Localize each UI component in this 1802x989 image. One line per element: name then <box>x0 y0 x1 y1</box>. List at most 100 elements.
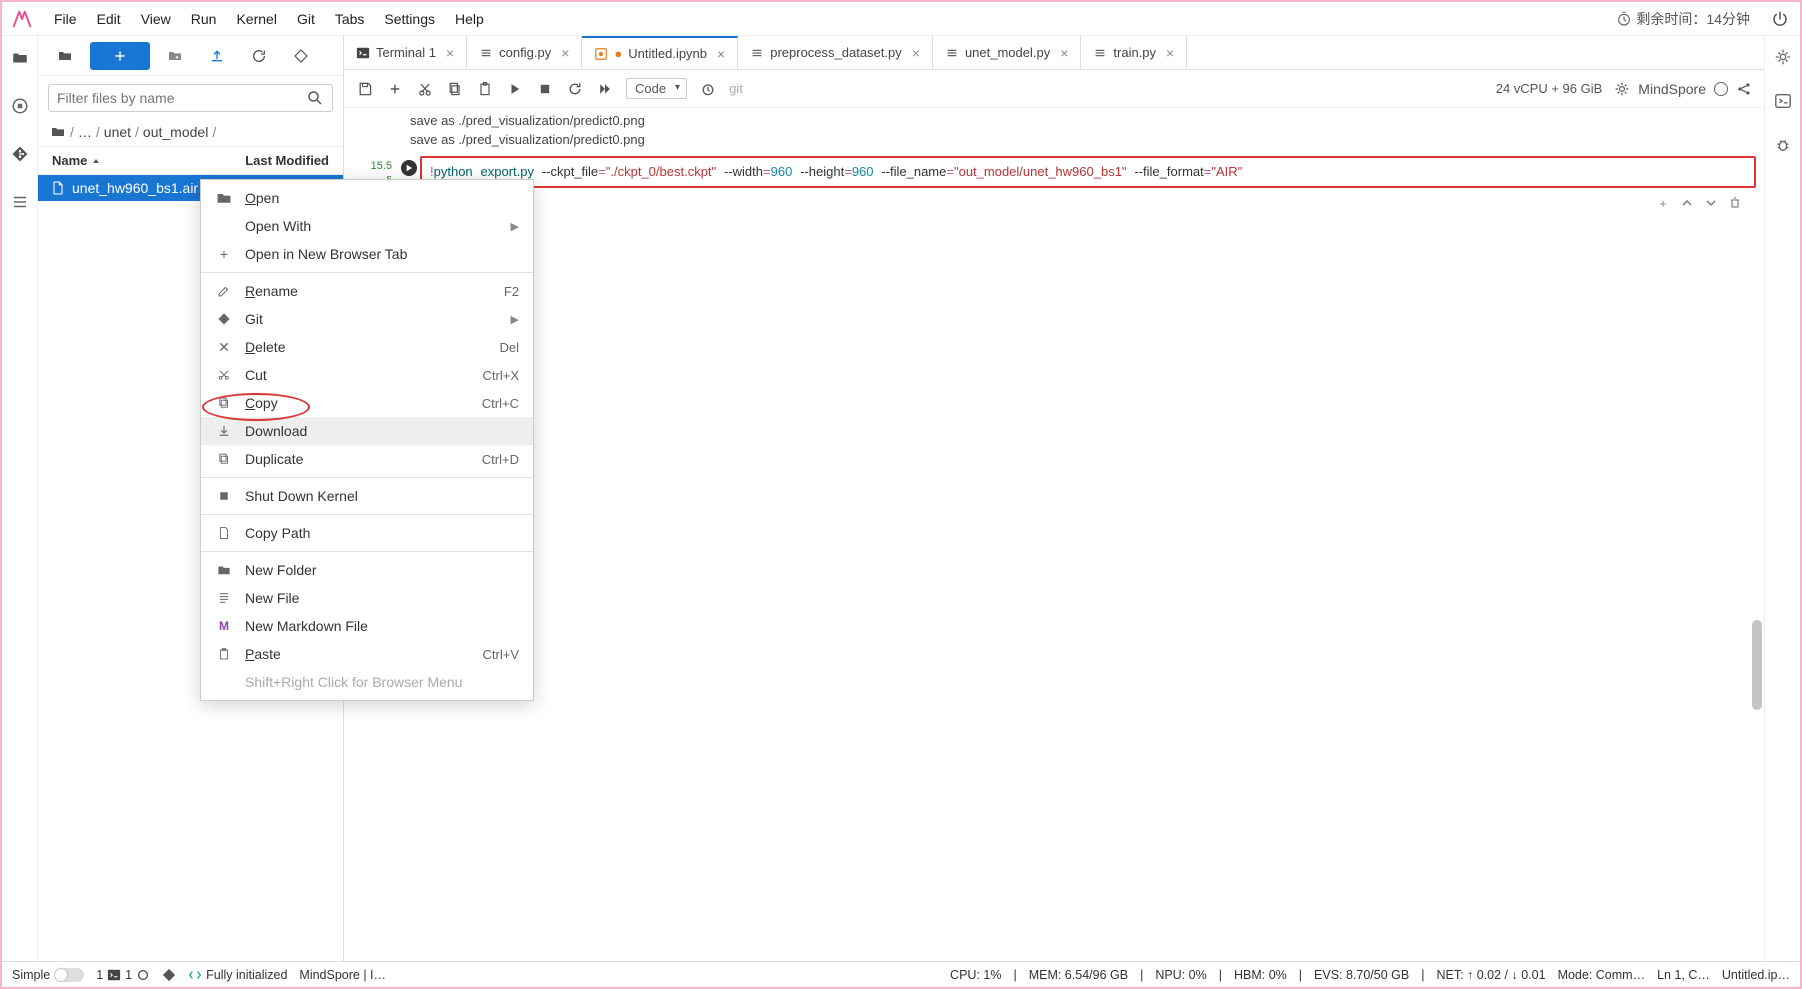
refresh-button[interactable] <box>242 42 276 70</box>
close-icon[interactable]: × <box>1166 45 1174 61</box>
kernel-name[interactable]: MindSpore <box>1638 81 1706 97</box>
left-rail-running[interactable] <box>8 94 32 118</box>
stop-button[interactable] <box>536 80 554 98</box>
new-folder-button[interactable] <box>158 42 192 70</box>
ctx-duplicate[interactable]: DuplicateCtrl+D <box>201 445 533 473</box>
tab-terminal[interactable]: Terminal 1× <box>344 36 467 69</box>
restart-run-all-button[interactable] <box>596 80 614 98</box>
status-mode[interactable]: Mode: Comm… <box>1558 968 1646 982</box>
ctx-open-with[interactable]: Open With▶ <box>201 212 533 240</box>
copy-button[interactable] <box>446 80 464 98</box>
paste-button[interactable] <box>476 80 494 98</box>
tab-unet-model[interactable]: unet_model.py× <box>933 36 1081 69</box>
git-icon <box>162 968 176 982</box>
status-cursor[interactable]: Ln 1, C… <box>1657 968 1710 982</box>
app-logo <box>10 7 34 31</box>
ctx-new-file[interactable]: New File <box>201 584 533 612</box>
console-icon <box>1774 92 1792 110</box>
git-icon <box>215 310 233 328</box>
right-rail-debugger[interactable] <box>1772 90 1794 112</box>
ctx-open[interactable]: OOpenpen <box>201 184 533 212</box>
status-kernel[interactable]: MindSpore | I… <box>299 968 386 982</box>
new-launcher-button[interactable] <box>48 42 82 70</box>
close-icon[interactable]: × <box>446 45 454 61</box>
restart-button[interactable] <box>566 80 584 98</box>
status-git[interactable] <box>162 968 176 982</box>
ctx-shutdown[interactable]: Shut Down Kernel <box>201 482 533 510</box>
tab-config[interactable]: config.py× <box>467 36 582 69</box>
sort-asc-icon <box>91 156 101 166</box>
tab-train[interactable]: train.py× <box>1081 36 1187 69</box>
menu-edit[interactable]: Edit <box>87 7 131 31</box>
code-cell[interactable]: 15.5s !python export.py --ckpt_file="./c… <box>350 156 1756 189</box>
cut-button[interactable] <box>416 80 434 98</box>
ctx-new-markdown[interactable]: MNew Markdown File <box>201 612 533 640</box>
file-toolbar <box>38 36 343 76</box>
new-button[interactable] <box>90 42 150 70</box>
plus-icon <box>113 49 127 63</box>
ctx-rename[interactable]: RenameF2 <box>201 277 533 305</box>
power-button[interactable] <box>1768 7 1792 31</box>
close-icon[interactable]: × <box>912 45 920 61</box>
save-button[interactable] <box>356 80 374 98</box>
delete-cell-button[interactable] <box>1726 194 1744 212</box>
tab-preprocess[interactable]: preprocess_dataset.py× <box>738 36 933 69</box>
left-rail-files[interactable] <box>8 46 32 70</box>
move-up-button[interactable] <box>1678 194 1696 212</box>
file-icon <box>50 180 66 196</box>
left-rail-toc[interactable] <box>8 190 32 214</box>
add-below-button[interactable]: + <box>1654 194 1672 212</box>
menu-tabs[interactable]: Tabs <box>325 7 375 31</box>
menu-git[interactable]: Git <box>287 7 325 31</box>
folder-icon <box>11 49 29 67</box>
ctx-delete[interactable]: ✕DeleteDel <box>201 333 533 361</box>
close-icon[interactable]: × <box>561 45 569 61</box>
ctx-git[interactable]: Git▶ <box>201 305 533 333</box>
menu-view[interactable]: View <box>131 7 181 31</box>
status-terminals[interactable]: 11 <box>96 968 150 982</box>
notebook-body: save as ./pred_visualization/predict0.pn… <box>344 108 1764 961</box>
upload-button[interactable] <box>200 42 234 70</box>
ctx-new-folder[interactable]: New Folder <box>201 556 533 584</box>
ctx-copy[interactable]: CopyCtrl+C <box>201 389 533 417</box>
menu-settings[interactable]: Settings <box>374 7 445 31</box>
menu-kernel[interactable]: Kernel <box>226 7 286 31</box>
move-down-button[interactable] <box>1702 194 1720 212</box>
cell-type-select[interactable]: Code <box>626 78 687 99</box>
add-cell-button[interactable] <box>386 80 404 98</box>
simple-toggle[interactable]: Simple <box>12 968 84 982</box>
scrollbar[interactable] <box>1752 620 1762 710</box>
ctx-open-new-tab[interactable]: +Open in New Browser Tab <box>201 240 533 268</box>
python-file-icon <box>479 46 493 60</box>
menubar: File Edit View Run Kernel Git Tabs Setti… <box>2 2 1800 36</box>
ctx-download[interactable]: Download <box>201 417 533 445</box>
ctx-cut[interactable]: CutCtrl+X <box>201 361 533 389</box>
timing-button[interactable] <box>699 80 717 98</box>
ctx-paste[interactable]: PasteCtrl+V <box>201 640 533 668</box>
menu-file[interactable]: File <box>44 7 87 31</box>
share-icon[interactable] <box>1736 81 1752 97</box>
run-button[interactable] <box>506 80 524 98</box>
filter-input[interactable] <box>57 90 306 106</box>
right-rail-property[interactable] <box>1772 46 1794 68</box>
status-lsp[interactable]: Fully initialized <box>188 968 287 982</box>
stopwatch-icon <box>1616 11 1632 27</box>
cell-run-button[interactable] <box>398 156 420 176</box>
cell-editor[interactable]: !python export.py --ckpt_file="./ckpt_0/… <box>420 156 1756 189</box>
pencil-icon <box>215 282 233 300</box>
status-evs: EVS: 8.70/50 GB <box>1314 968 1409 982</box>
git-button[interactable] <box>284 42 318 70</box>
folder-plus-icon <box>167 48 183 64</box>
tab-untitled-active[interactable]: ●Untitled.ipynb× <box>582 36 738 69</box>
status-file[interactable]: Untitled.ip… <box>1722 968 1790 982</box>
breadcrumb[interactable]: / … / unet / out_model / <box>38 120 343 146</box>
filter-input-wrap[interactable] <box>48 84 333 112</box>
close-icon[interactable]: × <box>717 46 725 62</box>
menu-help[interactable]: Help <box>445 7 494 31</box>
right-rail-bug[interactable] <box>1772 134 1794 156</box>
menu-run[interactable]: Run <box>181 7 227 31</box>
left-rail-git[interactable] <box>8 142 32 166</box>
context-menu: OOpenpen Open With▶ +Open in New Browser… <box>200 179 534 701</box>
close-icon[interactable]: × <box>1060 45 1068 61</box>
ctx-copy-path[interactable]: Copy Path <box>201 519 533 547</box>
